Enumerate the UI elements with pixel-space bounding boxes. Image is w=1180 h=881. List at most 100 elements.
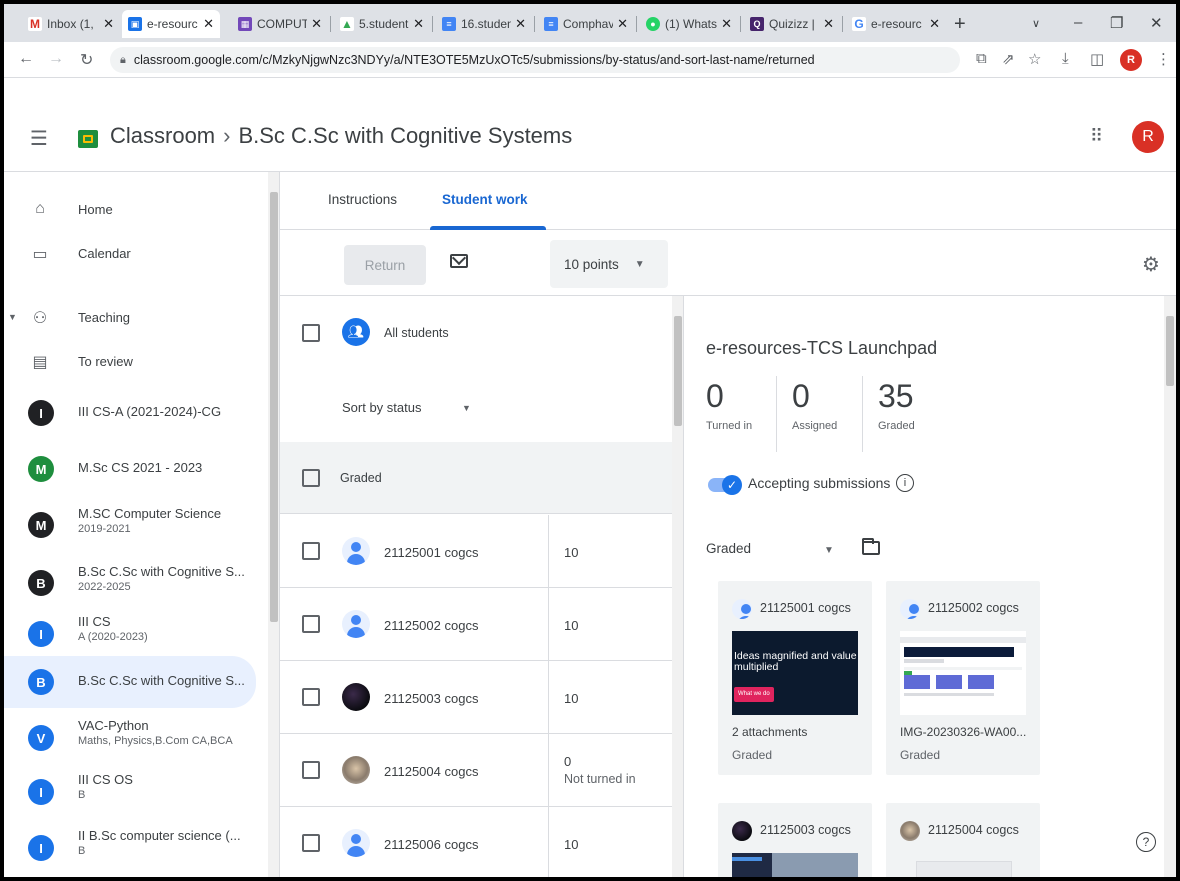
student-row[interactable]: 21125002 cogcs 10: [280, 588, 672, 661]
sidebar-class-item[interactable]: I III CS A (2020-2023): [4, 608, 256, 658]
close-tab-icon[interactable]: ✕: [929, 16, 940, 32]
student-grade[interactable]: 10: [564, 618, 578, 633]
student-grade[interactable]: 10: [564, 837, 578, 852]
graded-filter-select[interactable]: Graded: [706, 541, 751, 556]
course-name-link[interactable]: B.Sc C.Sc with Cognitive Systems: [238, 123, 572, 148]
sort-by-status-select[interactable]: Sort by status: [342, 400, 421, 415]
folder-icon[interactable]: [862, 538, 880, 555]
student-grade[interactable]: 10: [564, 545, 578, 560]
browser-profile-avatar[interactable]: R: [1120, 49, 1142, 71]
list-scrollbar-thumb[interactable]: [674, 316, 682, 426]
main-menu-icon[interactable]: ☰: [30, 126, 48, 151]
new-tab-icon[interactable]: +: [954, 13, 966, 36]
close-tab-icon[interactable]: ✕: [413, 16, 424, 32]
forward-arrow-icon[interactable]: →: [48, 50, 64, 68]
attachment-thumbnail[interactable]: [900, 631, 1026, 715]
submission-card[interactable]: 21125003 cogcs: [718, 803, 872, 877]
sidebar-class-item[interactable]: I III CS-A (2021-2024)-CG: [4, 392, 256, 434]
sidebar-class-item[interactable]: I III CS OS B: [4, 766, 256, 816]
student-checkbox[interactable]: [302, 761, 320, 779]
detail-scrollbar[interactable]: [1164, 296, 1176, 877]
list-scrollbar[interactable]: [672, 296, 683, 877]
back-arrow-icon[interactable]: ←: [18, 50, 34, 68]
account-avatar[interactable]: R: [1132, 121, 1164, 153]
bookmark-star-icon[interactable]: ☆: [1028, 50, 1041, 68]
student-row[interactable]: 21125001 cogcs 10: [280, 515, 672, 588]
reload-icon[interactable]: ↻: [80, 50, 93, 70]
download-icon[interactable]: ⤓: [1062, 50, 1069, 67]
student-checkbox[interactable]: [302, 688, 320, 706]
close-tab-icon[interactable]: ✕: [617, 16, 628, 32]
browser-tab[interactable]: M Inbox (1, ✕: [22, 10, 120, 38]
student-checkbox[interactable]: [302, 615, 320, 633]
minimize-icon[interactable]: –: [1074, 14, 1082, 31]
student-grade[interactable]: 10: [564, 691, 578, 706]
side-panel-icon[interactable]: ◫: [1090, 50, 1104, 68]
tab-search-chevron-icon[interactable]: ∨: [1032, 17, 1040, 30]
close-tab-icon[interactable]: ✕: [103, 16, 114, 32]
sidebar-item-to-review[interactable]: ▤ To review: [4, 342, 256, 382]
browser-tab[interactable]: G e-resourc ✕: [846, 10, 946, 38]
classroom-logo-icon[interactable]: [78, 130, 98, 148]
tab-student-work[interactable]: Student work: [442, 192, 528, 207]
close-tab-icon[interactable]: ✕: [721, 16, 732, 32]
browser-tab-active[interactable]: ▣ e-resourc ✕: [122, 10, 220, 38]
browser-tab[interactable]: ≡ 16.studen ✕: [436, 10, 532, 38]
info-icon[interactable]: i: [896, 474, 914, 492]
points-select[interactable]: 10 points ▼: [550, 240, 668, 288]
sidebar-class-item[interactable]: V VAC-Python Maths, Physics,B.Com CA,BCA: [4, 712, 256, 762]
sidebar-item-teaching[interactable]: ▼ ⚇ Teaching: [4, 298, 256, 338]
settings-gear-icon[interactable]: ⚙: [1142, 252, 1160, 277]
browser-tab[interactable]: ● (1) Whats ✕: [640, 10, 738, 38]
sidebar-class-item[interactable]: I II B.Sc computer science (... B: [4, 822, 256, 872]
accepting-submissions-toggle[interactable]: ✓: [708, 475, 742, 495]
tab-instructions[interactable]: Instructions: [328, 192, 397, 207]
address-bar[interactable]: 🔒︎ classroom.google.com/c/MzkyNjgwNzc3ND…: [110, 47, 960, 73]
return-button[interactable]: Return: [344, 245, 426, 285]
attachment-thumbnail[interactable]: [916, 861, 1012, 877]
submission-card[interactable]: 21125001 cogcs Ideas magnified and value…: [718, 581, 872, 775]
sidebar-item-home[interactable]: ⌂ Home: [4, 190, 256, 230]
browser-tab[interactable]: ≡ Comphav ✕: [538, 10, 634, 38]
collapse-caret-icon[interactable]: ▼: [8, 312, 17, 322]
app-name-link[interactable]: Classroom: [110, 123, 215, 148]
close-tab-icon[interactable]: ✕: [203, 16, 214, 32]
browser-tab[interactable]: Q Quizizz | ✕: [744, 10, 840, 38]
select-all-checkbox[interactable]: [302, 324, 320, 342]
filter-dropdown-arrow-icon[interactable]: ▼: [824, 545, 834, 556]
google-apps-icon[interactable]: ⠿: [1090, 126, 1103, 147]
student-row[interactable]: 21125003 cogcs 10: [280, 661, 672, 734]
attachment-thumbnail[interactable]: [732, 853, 858, 877]
student-row[interactable]: 21125006 cogcs 10: [280, 807, 672, 877]
sidebar-class-item[interactable]: B B.Sc C.Sc with Cognitive S... 2022-202…: [4, 558, 256, 608]
detail-scrollbar-thumb[interactable]: [1166, 316, 1174, 386]
close-window-icon[interactable]: ✕: [1150, 14, 1163, 32]
sidebar-item-calendar[interactable]: ▭ Calendar: [4, 234, 256, 274]
select-graded-checkbox[interactable]: [302, 469, 320, 487]
sidebar-class-item[interactable]: M M.SC Computer Science 2019-2021: [4, 500, 256, 550]
install-app-icon[interactable]: ⧉: [976, 50, 987, 67]
share-icon[interactable]: ⇗: [1002, 50, 1015, 68]
submission-card[interactable]: 21125002 cogcs IMG-20230326-WA00... Grad…: [886, 581, 1040, 775]
attachment-thumbnail[interactable]: Ideas magnified and value multiplied Wha…: [732, 631, 858, 715]
sort-dropdown-arrow-icon[interactable]: ▼: [462, 403, 471, 413]
submission-card[interactable]: 21125004 cogcs: [886, 803, 1040, 877]
browser-menu-icon[interactable]: ⋮: [1156, 50, 1171, 68]
student-checkbox[interactable]: [302, 542, 320, 560]
restore-icon[interactable]: ❐: [1110, 14, 1123, 32]
close-tab-icon[interactable]: ✕: [311, 16, 322, 32]
close-tab-icon[interactable]: ✕: [515, 16, 526, 32]
student-grade[interactable]: 0: [564, 754, 571, 769]
email-icon[interactable]: [450, 254, 468, 268]
help-icon[interactable]: ?: [1136, 832, 1156, 852]
sidebar-class-item-selected[interactable]: B B.Sc C.Sc with Cognitive S...: [4, 656, 256, 708]
sidebar-scrollbar[interactable]: [268, 172, 279, 877]
close-tab-icon[interactable]: ✕: [823, 16, 834, 32]
sidebar-scrollbar-thumb[interactable]: [270, 192, 278, 622]
student-row[interactable]: 21125004 cogcs 0 Not turned in: [280, 734, 672, 807]
browser-tab[interactable]: ▦ COMPUT ✕: [232, 10, 328, 38]
lock-icon[interactable]: 🔒︎: [120, 54, 126, 67]
student-checkbox[interactable]: [302, 834, 320, 852]
sidebar-class-item[interactable]: M M.Sc CS 2021 - 2023: [4, 448, 256, 490]
browser-tab[interactable]: ▲ 5.student ✕: [334, 10, 430, 38]
